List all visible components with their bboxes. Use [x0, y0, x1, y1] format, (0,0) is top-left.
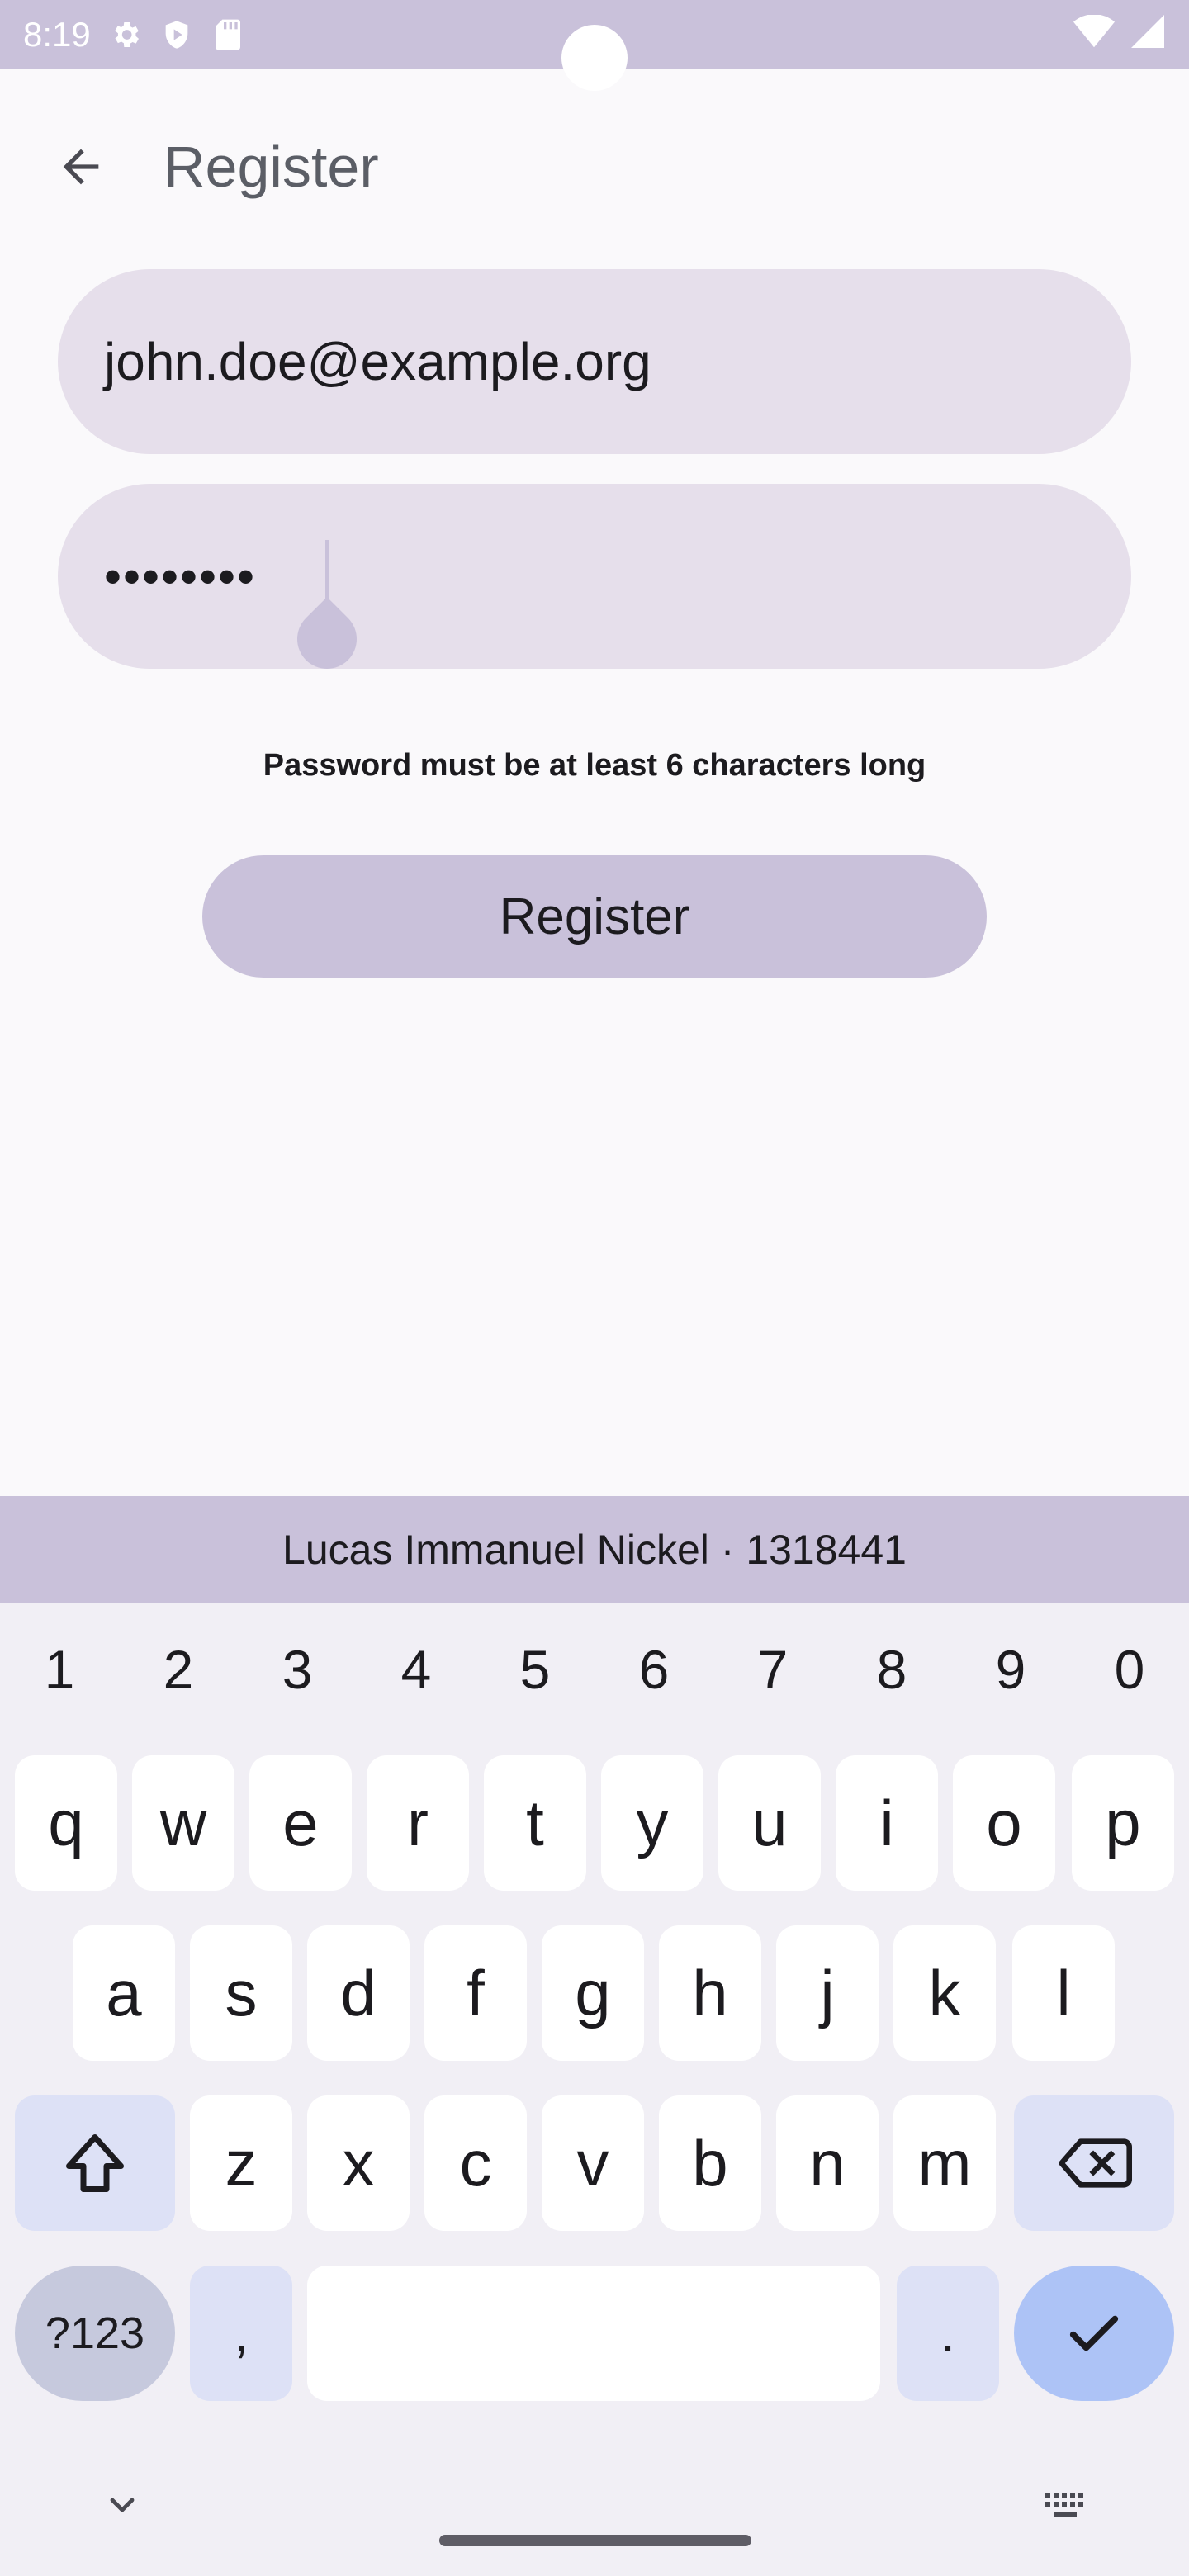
key-5[interactable]: 5	[476, 1620, 594, 1719]
cursor-handle[interactable]	[285, 597, 369, 681]
key-1[interactable]: 1	[0, 1620, 119, 1719]
key-s[interactable]: s	[190, 1925, 292, 2061]
key-y[interactable]: y	[601, 1755, 703, 1891]
wifi-icon	[1073, 14, 1115, 56]
chevron-down-icon	[110, 2498, 135, 2512]
key-d[interactable]: d	[307, 1925, 410, 2061]
key-p[interactable]: p	[1072, 1755, 1174, 1891]
key-8[interactable]: 8	[832, 1620, 951, 1719]
backspace-icon	[1059, 2138, 1132, 2188]
number-row: 1 2 3 4 5 6 7 8 9 0	[0, 1620, 1189, 1719]
key-r[interactable]: r	[367, 1755, 469, 1891]
key-h[interactable]: h	[659, 1925, 761, 2061]
comma-key[interactable]: ,	[190, 2266, 292, 2401]
shift-key[interactable]	[15, 2095, 175, 2231]
backspace-key[interactable]	[1014, 2095, 1174, 2231]
symbols-key[interactable]: ?123	[15, 2266, 175, 2401]
key-4[interactable]: 4	[357, 1620, 476, 1719]
email-value: john.doe@example.org	[104, 332, 651, 391]
key-x[interactable]: x	[307, 2095, 410, 2231]
app-bar: Register	[0, 69, 1189, 251]
key-u[interactable]: u	[718, 1755, 821, 1891]
page-title: Register	[163, 135, 379, 199]
period-key[interactable]: .	[897, 2266, 999, 2401]
key-n[interactable]: n	[776, 2095, 879, 2231]
keyboard-suggestion[interactable]: Lucas Immanuel Nickel · 1318441	[0, 1496, 1189, 1603]
key-i[interactable]: i	[836, 1755, 938, 1891]
soft-keyboard: 1 2 3 4 5 6 7 8 9 0 q w e r t y u i o p …	[0, 1603, 1189, 2576]
key-k[interactable]: k	[893, 1925, 996, 2061]
key-j[interactable]: j	[776, 1925, 879, 2061]
key-9[interactable]: 9	[951, 1620, 1070, 1719]
key-w[interactable]: w	[132, 1755, 234, 1891]
key-b[interactable]: b	[659, 2095, 761, 2231]
password-helper-text: Password must be at least 6 characters l…	[263, 748, 926, 783]
gesture-nav-handle[interactable]	[439, 2535, 751, 2546]
hide-keyboard-button[interactable]	[96, 2479, 149, 2531]
key-o[interactable]: o	[953, 1755, 1055, 1891]
key-a[interactable]: a	[73, 1925, 175, 2061]
space-key[interactable]	[307, 2266, 880, 2401]
key-e[interactable]: e	[249, 1755, 352, 1891]
signal-icon	[1131, 15, 1164, 56]
enter-key[interactable]	[1014, 2266, 1174, 2401]
key-7[interactable]: 7	[713, 1620, 832, 1719]
gear-icon	[107, 17, 144, 53]
status-time: 8:19	[23, 15, 91, 54]
key-q[interactable]: q	[15, 1755, 117, 1891]
key-l[interactable]: l	[1012, 1925, 1115, 2061]
shift-icon	[66, 2134, 124, 2192]
key-c[interactable]: c	[424, 2095, 527, 2231]
key-g[interactable]: g	[542, 1925, 644, 2061]
key-t[interactable]: t	[484, 1755, 586, 1891]
password-field[interactable]: ••••••••	[58, 484, 1131, 681]
suggestion-text: Lucas Immanuel Nickel · 1318441	[282, 1527, 907, 1573]
key-2[interactable]: 2	[119, 1620, 238, 1719]
checkmark-icon	[1069, 2315, 1119, 2351]
key-v[interactable]: v	[542, 2095, 644, 2231]
sd-card-icon	[210, 17, 246, 53]
keyboard-icon	[1045, 2493, 1083, 2517]
key-m[interactable]: m	[893, 2095, 996, 2231]
key-0[interactable]: 0	[1070, 1620, 1189, 1719]
back-button[interactable]	[41, 127, 121, 206]
arrow-back-icon	[63, 149, 99, 185]
password-value: ••••••••	[104, 548, 257, 604]
shield-icon	[159, 17, 195, 53]
register-button[interactable]: Register	[202, 855, 987, 978]
key-6[interactable]: 6	[594, 1620, 713, 1719]
keyboard-switch-button[interactable]	[1039, 2479, 1092, 2531]
email-field[interactable]: john.doe@example.org	[58, 269, 1131, 454]
key-f[interactable]: f	[424, 1925, 527, 2061]
key-3[interactable]: 3	[238, 1620, 357, 1719]
key-z[interactable]: z	[190, 2095, 292, 2231]
